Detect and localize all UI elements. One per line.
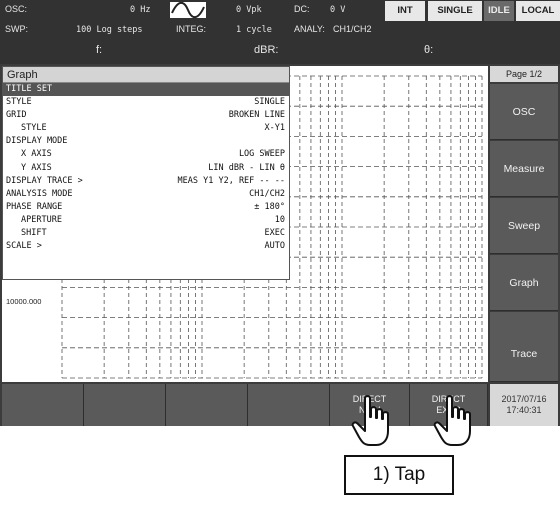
graph-settings-menu: Graph TITLE SET STYLE SINGLE GRID BROKEN L… — [2, 66, 290, 280]
menu-row-label: Y AXIS — [21, 162, 52, 173]
status-bar: OSC: 0 Hz 0 Vpk DC: 0 V INT SINGLE IDLE … — [0, 0, 560, 64]
idle-indicator: IDLE — [484, 1, 514, 21]
menu-row-phase-range[interactable]: PHASE RANGE ± 180° — [3, 201, 289, 214]
menu-row-label: DISPLAY MODE — [6, 136, 68, 147]
menu-row-analysis-mode[interactable]: ANALYSIS MODE CH1/CH2 — [3, 188, 289, 201]
menu-row-label: SCALE > — [6, 241, 42, 252]
menu-row-title-set[interactable]: TITLE SET — [3, 83, 289, 97]
menu-row-aperture[interactable]: APERTURE 10 — [3, 214, 289, 227]
instrument-screen: OSC: 0 Hz 0 Vpk DC: 0 V INT SINGLE IDLE … — [0, 0, 560, 426]
osc-amplitude: 0 Vpk — [236, 5, 262, 15]
integ-label: INTEG: — [176, 24, 207, 34]
tap-hand-icon — [350, 395, 394, 449]
dbr-readout-label: dBR: — [254, 44, 279, 56]
osc-label: OSC: — [5, 4, 28, 14]
menu-row-shift[interactable]: SHIFT EXEC — [3, 227, 289, 240]
menu-title: Graph — [3, 67, 289, 83]
measure-softkey[interactable]: Measure — [490, 141, 558, 197]
menu-row-scale[interactable]: SCALE > AUTO — [3, 240, 289, 253]
menu-row-value: MEAS Y1 Y2, REF -- -- — [177, 175, 285, 186]
frequency-readout-label: f: — [96, 44, 103, 56]
osc-frequency: 0 Hz — [130, 5, 151, 15]
menu-row-grid-style[interactable]: STYLE X-Y1 — [3, 122, 289, 135]
menu-row-label: PHASE RANGE — [6, 201, 63, 212]
graph-softkey[interactable]: Graph — [490, 255, 558, 311]
menu-row-label: APERTURE — [21, 214, 62, 225]
analy-label: ANALY: — [294, 24, 325, 34]
menu-row-label: X AXIS — [21, 149, 52, 160]
sweep-softkey[interactable]: Sweep — [490, 198, 558, 254]
function-key-3[interactable] — [166, 384, 248, 426]
swp-label: SWP: — [5, 24, 29, 34]
menu-row-label: TITLE SET — [6, 84, 53, 94]
menu-row-value: ± 180° — [254, 201, 285, 212]
menu-row-label: ANALYSIS MODE — [6, 188, 73, 199]
menu-row-label: STYLE — [21, 123, 47, 134]
analy-value: CH1/CH2 — [333, 24, 372, 34]
dc-value: 0 V — [330, 5, 346, 15]
menu-row-value: CH1/CH2 — [249, 188, 285, 199]
menu-row-x-axis[interactable]: X AXIS LOG SWEEP — [3, 148, 289, 161]
function-key-4[interactable] — [248, 384, 330, 426]
menu-row-grid[interactable]: GRID BROKEN LINE — [3, 109, 289, 122]
menu-row-value: BROKEN LINE — [228, 110, 285, 121]
menu-row-style[interactable]: STYLE SINGLE — [3, 96, 289, 109]
dc-label: DC: — [294, 4, 310, 14]
menu-row-value: X-Y1 — [264, 123, 285, 134]
menu-row-value: LIN dBR - LIN θ — [208, 162, 285, 173]
sine-wave-icon — [170, 1, 206, 19]
date-text: 2017/07/16 — [501, 394, 547, 404]
theta-readout-label: θ: — [424, 44, 434, 56]
y-tick-label: 10000.000 — [6, 297, 41, 306]
menu-row-label: GRID — [6, 110, 27, 121]
date-time-display: 2017/07/16 17:40:31 — [490, 384, 558, 426]
single-indicator: SINGLE — [428, 1, 482, 21]
int-indicator: INT — [385, 1, 425, 21]
menu-row-display-mode[interactable]: DISPLAY MODE — [3, 135, 289, 148]
menu-row-value: AUTO — [264, 241, 285, 252]
menu-row-label: STYLE — [6, 97, 32, 108]
menu-row-display-trace[interactable]: DISPLAY TRACE > MEAS Y1 Y2, REF -- -- — [3, 175, 289, 188]
tap-instruction-callout: 1) Tap — [344, 455, 454, 495]
menu-row-value: 10 — [274, 214, 285, 225]
tap-hand-icon — [432, 395, 476, 449]
page-indicator: Page 1/2 — [490, 66, 558, 82]
integ-value: 1 cycle — [236, 25, 272, 35]
trace-softkey[interactable]: Trace — [490, 326, 558, 382]
local-indicator: LOCAL — [516, 1, 560, 21]
menu-row-value: EXEC — [264, 228, 285, 239]
menu-row-label: SHIFT — [21, 228, 47, 239]
sweep-steps: 100 Log steps — [76, 25, 143, 35]
function-key-1[interactable] — [2, 384, 84, 426]
menu-row-label: DISPLAY TRACE > — [6, 175, 83, 186]
function-key-2[interactable] — [84, 384, 166, 426]
menu-row-y-axis[interactable]: Y AXIS LIN dBR - LIN θ — [3, 162, 289, 175]
time-text: 17:40:31 — [506, 405, 542, 415]
osc-softkey[interactable]: OSC — [490, 84, 558, 140]
menu-row-value: SINGLE — [254, 97, 285, 108]
bottom-function-keys: DIRECT NEW DIRECT EXEC — [2, 384, 488, 426]
menu-row-value: LOG SWEEP — [238, 149, 285, 160]
